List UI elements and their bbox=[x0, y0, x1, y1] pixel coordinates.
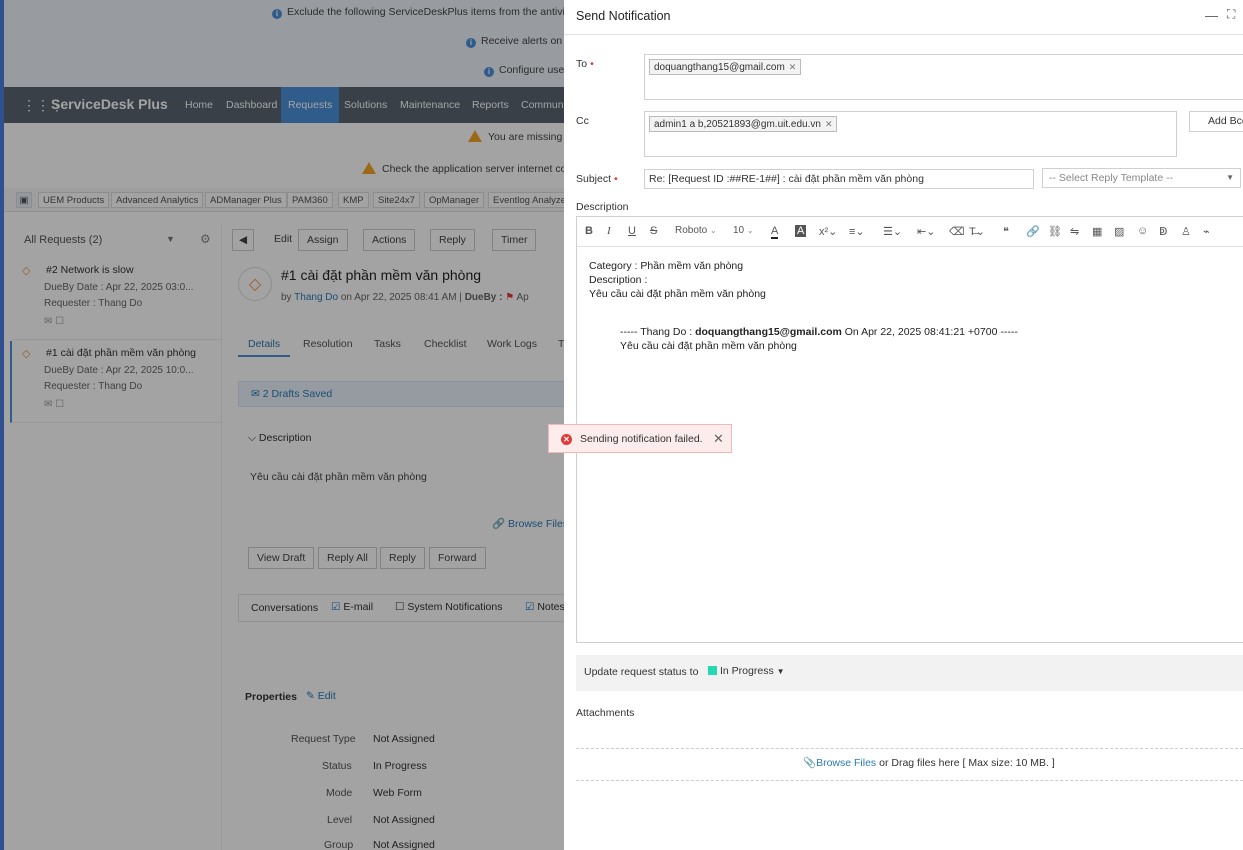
align-icon[interactable]: ≡⌄ bbox=[849, 225, 865, 238]
body-request-text: Yêu cầu cài đặt phần mềm văn phòng bbox=[589, 288, 766, 300]
panel-header-divider bbox=[564, 34, 1243, 35]
quote-prefix: ----- Thang Do : bbox=[620, 326, 696, 338]
description-label: Description bbox=[576, 201, 629, 213]
clear-format-icon[interactable]: ⌫ bbox=[949, 225, 965, 238]
unlink-icon[interactable]: ⛓ bbox=[1048, 225, 1062, 238]
to-label: To • bbox=[576, 58, 594, 70]
superscript-icon[interactable]: x²⌄ bbox=[819, 225, 837, 238]
panel-title: Send Notification bbox=[576, 9, 671, 23]
status-color-swatch bbox=[708, 666, 717, 675]
indent-icon[interactable]: ⇤⌄ bbox=[917, 225, 935, 238]
modal-overlay[interactable] bbox=[0, 0, 564, 850]
body-category-line: Category : Phần mềm văn phòng bbox=[589, 260, 744, 272]
add-bcc-button[interactable]: Add Bcc bbox=[1189, 111, 1243, 132]
eraser-icon[interactable]: ⌁ bbox=[1203, 225, 1210, 238]
status-value: In Progress bbox=[720, 665, 774, 677]
required-marker: • bbox=[590, 58, 594, 70]
status-dropdown[interactable]: In Progress ▼ bbox=[708, 665, 785, 677]
strikethrough-icon[interactable]: S bbox=[650, 225, 657, 237]
chevron-down-icon: ⌄ bbox=[746, 226, 754, 235]
underline-icon[interactable]: U bbox=[628, 225, 636, 237]
error-icon: ✕ bbox=[561, 434, 572, 445]
image-icon[interactable]: ▨ bbox=[1114, 225, 1124, 238]
horizontal-rule-icon[interactable]: ⇋ bbox=[1070, 225, 1079, 238]
quote-header: ----- Thang Do : doquangthang15@gmail.co… bbox=[620, 326, 1018, 338]
to-field[interactable]: doquangthang15@gmail.com ✕ bbox=[644, 54, 1243, 100]
remove-chip-icon[interactable]: ✕ bbox=[825, 119, 833, 129]
editor-toolbar: B I U S Roboto ⌄ 10 ⌄ A A x²⌄ ≡⌄ ☰⌄ ⇤⌄ ⌫… bbox=[577, 217, 1243, 247]
status-label: Update request status to : bbox=[584, 666, 711, 678]
cc-label: Cc bbox=[576, 115, 589, 127]
minimize-icon[interactable]: — bbox=[1205, 8, 1218, 23]
quote-text: Yêu cầu cài đặt phần mềm văn phòng bbox=[620, 340, 797, 352]
drop-hint: or Drag files here [ Max size: 10 MB. ] bbox=[876, 757, 1055, 769]
reply-template-select[interactable]: -- Select Reply Template -- ▼ bbox=[1042, 168, 1241, 188]
attachments-label: Attachments bbox=[576, 707, 635, 719]
text-format-icon[interactable]: T̶⌄ bbox=[969, 225, 985, 238]
cc-recipient-chip[interactable]: admin1 a b,20521893@gm.uit.edu.vn ✕ bbox=[649, 116, 838, 132]
font-name-label: Roboto bbox=[675, 225, 708, 236]
list-icon[interactable]: ☰⌄ bbox=[883, 225, 902, 238]
paperclip-icon: 📎 bbox=[803, 757, 817, 769]
cc-field[interactable]: admin1 a b,20521893@gm.uit.edu.vn ✕ bbox=[644, 111, 1177, 157]
maximize-icon[interactable]: ⛶ bbox=[1227, 7, 1235, 22]
caret-down-icon: ▼ bbox=[776, 667, 785, 676]
chevron-down-icon: ▼ bbox=[1226, 173, 1234, 182]
required-marker: • bbox=[614, 173, 618, 185]
subject-label: Subject • bbox=[576, 173, 618, 185]
quote-email: doquangthang15@gmail.com bbox=[695, 326, 842, 338]
lightbulb-icon[interactable]: ♙ bbox=[1181, 225, 1191, 238]
subject-input[interactable]: Re: [Request ID :##RE-1##] : cài đặt phầ… bbox=[644, 169, 1034, 189]
font-size-label: 10 bbox=[733, 225, 745, 236]
subject-label-text: Subject bbox=[576, 173, 612, 185]
toast-message: Sending notification failed. bbox=[580, 433, 703, 445]
font-size-select[interactable]: 10 ⌄ bbox=[733, 225, 754, 236]
font-family-select[interactable]: Roboto ⌄ bbox=[675, 225, 717, 236]
left-edge-strip bbox=[0, 0, 4, 850]
status-update-bar: Update request status to : In Progress ▼ bbox=[576, 655, 1243, 691]
cc-chip-label: admin1 a b,20521893@gm.uit.edu.vn bbox=[654, 119, 821, 130]
remove-chip-icon[interactable]: ✕ bbox=[789, 62, 797, 72]
drop-zone-text: 📎Browse Files or Drag files here [ Max s… bbox=[803, 756, 1055, 769]
highlight-icon[interactable]: A bbox=[795, 225, 807, 237]
quote-icon[interactable]: ❝ bbox=[1003, 225, 1009, 238]
to-label-text: To bbox=[576, 58, 588, 70]
to-chip-label: doquangthang15@gmail.com bbox=[654, 62, 785, 73]
bold-icon[interactable]: B bbox=[585, 225, 593, 237]
body-description-line: Description : bbox=[589, 274, 648, 286]
quote-suffix: On Apr 22, 2025 08:41:21 +0700 ----- bbox=[841, 326, 1018, 338]
browse-files-link[interactable]: Browse Files bbox=[816, 757, 876, 769]
emoji-icon[interactable]: ☺ bbox=[1137, 225, 1148, 237]
code-icon[interactable]: ↁ bbox=[1159, 225, 1167, 238]
chevron-down-icon: ⌄ bbox=[710, 226, 717, 235]
to-recipient-chip[interactable]: doquangthang15@gmail.com ✕ bbox=[649, 59, 802, 75]
reply-template-label: -- Select Reply Template -- bbox=[1049, 172, 1174, 184]
error-toast: ✕ Sending notification failed. ✕ bbox=[548, 424, 732, 453]
link-icon[interactable]: 🔗 bbox=[1026, 225, 1040, 238]
italic-icon[interactable]: I bbox=[607, 225, 611, 237]
close-icon[interactable]: ✕ bbox=[713, 431, 724, 447]
font-color-icon[interactable]: A bbox=[771, 225, 779, 239]
file-drop-zone[interactable]: 📎Browse Files or Drag files here [ Max s… bbox=[576, 748, 1243, 781]
table-icon[interactable]: ▦ bbox=[1092, 225, 1102, 238]
